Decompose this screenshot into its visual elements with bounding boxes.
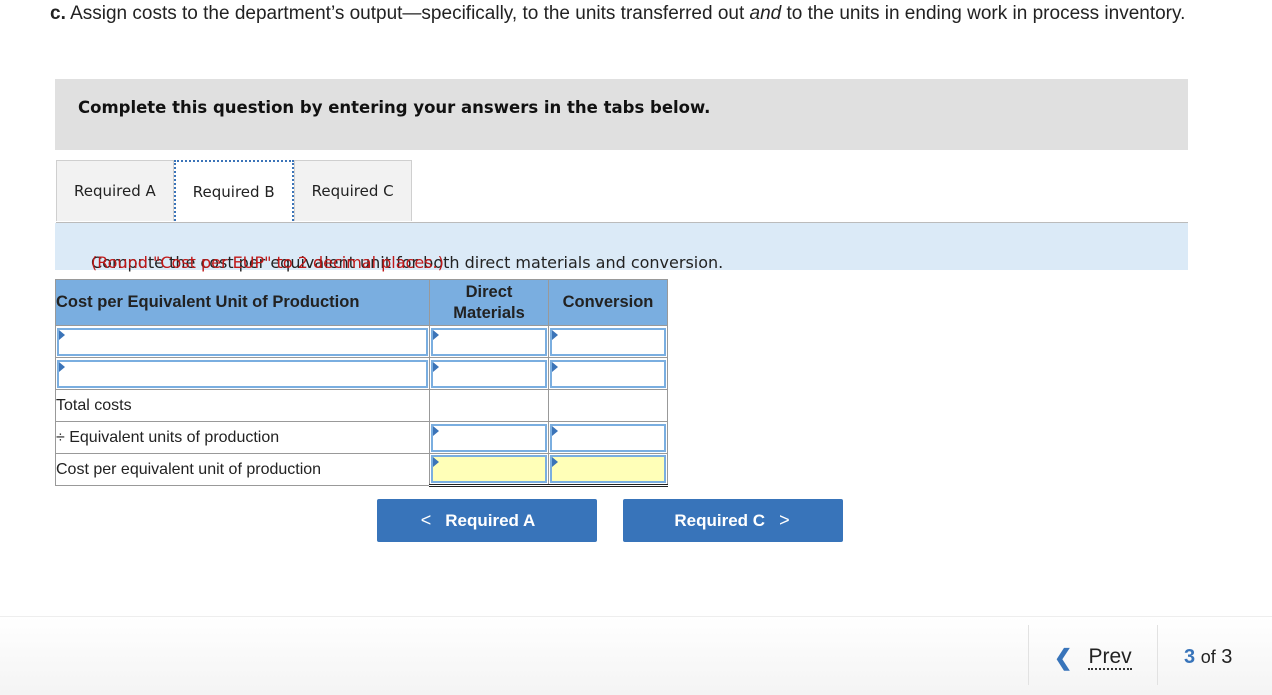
input-flag-icon — [433, 425, 439, 436]
conv-cell — [548, 453, 668, 487]
row-1-conv-input[interactable] — [550, 327, 666, 356]
chevron-left-icon: ❮ — [1054, 645, 1073, 670]
dm-cell — [429, 421, 549, 454]
tab-required-c[interactable]: Required C — [293, 160, 412, 221]
page-indicator: 3 of 3 — [1184, 646, 1232, 669]
header-conversion: Conversion — [548, 279, 668, 326]
prev-button-label: Required A — [445, 510, 536, 530]
chevron-right-icon: > — [779, 510, 790, 530]
prompt-text-end: to the units in ending work in process i… — [781, 3, 1186, 24]
header-direct-materials: Direct Materials — [429, 279, 549, 326]
footer-divider — [1157, 625, 1158, 685]
total-costs-dm — [429, 389, 549, 422]
dm-cell — [429, 325, 549, 358]
total-pages: 3 — [1221, 646, 1233, 668]
input-flag-icon — [552, 425, 558, 436]
input-flag-icon — [552, 329, 558, 340]
table-header-row: Cost per Equivalent Unit of Production D… — [55, 279, 668, 326]
instruction-bar: Compute the cost per equivalent unit for… — [55, 223, 1188, 272]
prompt-text: Assign costs to the department’s output—… — [65, 3, 750, 24]
row-1-dm-input[interactable] — [431, 327, 547, 356]
tab-required-b[interactable]: Required B — [173, 160, 294, 221]
total-costs-label: Total costs — [55, 389, 430, 422]
table-row-cost-per-eup: Cost per equivalent unit of production — [55, 453, 668, 487]
banner-text: Complete this question by entering your … — [78, 98, 711, 117]
question-prompt: c. Assign costs to the department’s outp… — [50, 2, 1230, 26]
table-row-eup: ÷ Equivalent units of production — [55, 421, 668, 454]
table-row — [55, 325, 668, 358]
cost-per-eup-conv-input[interactable] — [550, 455, 666, 483]
next-button-label: Required C — [674, 510, 766, 530]
cost-per-eup-table: Cost per Equivalent Unit of Production D… — [55, 279, 668, 487]
tab-bar: Required A Required B Required C — [56, 160, 412, 222]
table-row-total-costs: Total costs — [55, 389, 668, 422]
rounding-note: (Round "Cost per EUP" to 2 decimal place… — [91, 253, 444, 272]
cost-per-eup-label: Cost per equivalent unit of production — [55, 453, 430, 486]
eup-conv-input[interactable] — [550, 423, 666, 452]
row-2-conv-input[interactable] — [550, 359, 666, 388]
eup-dm-input[interactable] — [431, 423, 547, 452]
row-2-dm-input[interactable] — [431, 359, 547, 388]
input-flag-icon — [552, 361, 558, 372]
question-footer: ❮ Prev 3 of 3 — [0, 616, 1272, 695]
cost-per-eup-dm-input[interactable] — [431, 455, 547, 483]
conv-cell — [548, 421, 668, 454]
conv-cell — [548, 325, 668, 358]
of-label: of — [1200, 647, 1216, 667]
input-flag-icon — [59, 361, 65, 372]
prev-label: Prev — [1088, 645, 1132, 670]
row-1-label-input[interactable] — [57, 327, 428, 356]
row-label-cell — [55, 357, 430, 390]
footer-divider — [1028, 625, 1029, 685]
prev-question-link[interactable]: ❮ Prev — [1054, 645, 1132, 671]
row-label-cell — [55, 325, 430, 358]
dm-cell — [429, 357, 549, 390]
total-costs-conv — [548, 389, 668, 422]
next-required-c-button[interactable]: Required C > — [623, 499, 843, 542]
prev-required-a-button[interactable]: < Required A — [377, 499, 597, 542]
header-label: Cost per Equivalent Unit of Production — [55, 279, 430, 326]
input-flag-icon — [433, 329, 439, 340]
eup-label: ÷ Equivalent units of production — [55, 421, 430, 454]
input-flag-icon — [433, 361, 439, 372]
input-flag-icon — [552, 457, 558, 467]
prompt-emphasis: and — [749, 3, 782, 24]
header-dm-text: Direct Materials — [453, 282, 525, 322]
input-flag-icon — [59, 329, 65, 340]
tab-required-a[interactable]: Required A — [56, 160, 174, 221]
chevron-left-icon: < — [420, 510, 432, 530]
dm-cell — [429, 453, 549, 487]
table-row — [55, 357, 668, 390]
row-2-label-input[interactable] — [57, 359, 428, 388]
instructions-banner: Complete this question by entering your … — [55, 79, 1188, 150]
current-page: 3 — [1184, 646, 1196, 668]
part-label: c. — [50, 3, 66, 24]
conv-cell — [548, 357, 668, 390]
input-flag-icon — [433, 457, 439, 467]
